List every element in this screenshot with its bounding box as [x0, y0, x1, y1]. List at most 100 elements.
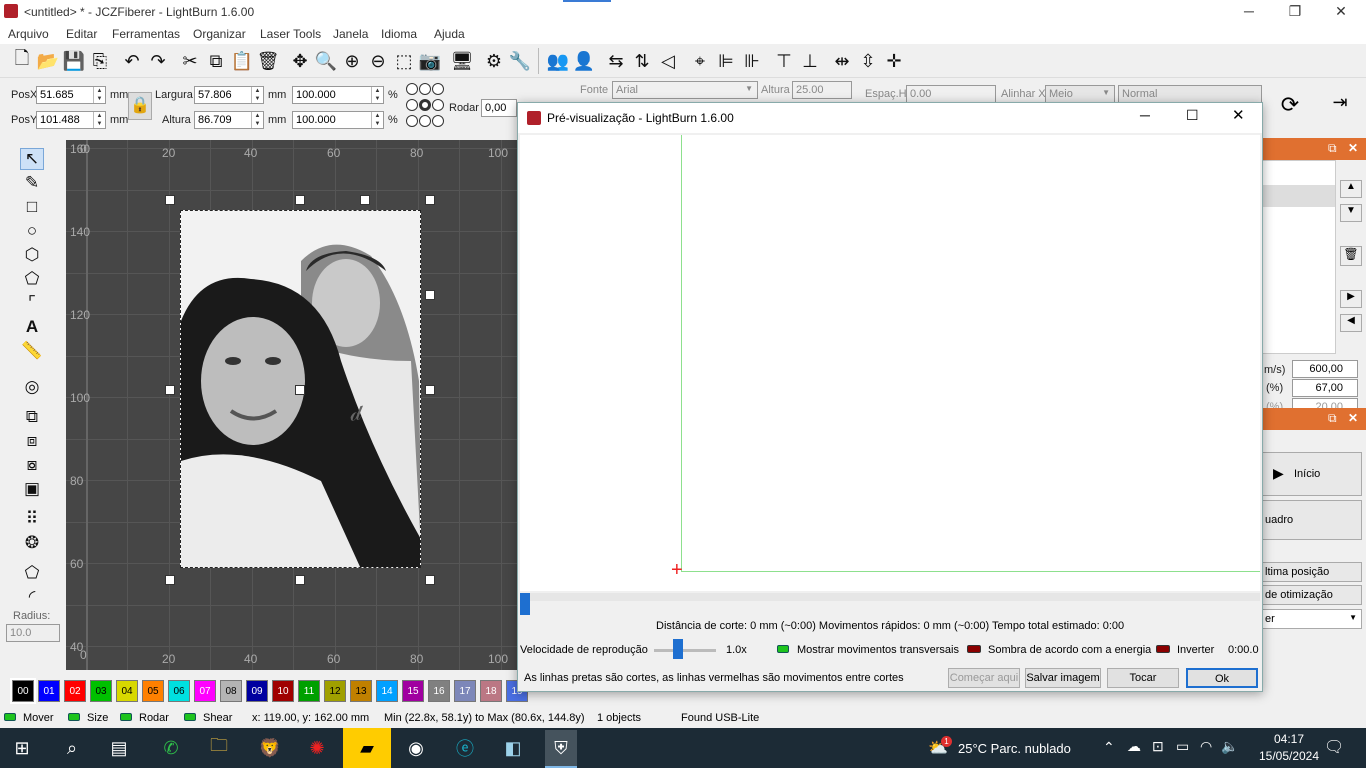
radius-input[interactable]: 10.0: [6, 624, 60, 642]
posy-input[interactable]: 101.488 ▲ ▼: [36, 111, 106, 129]
file-explorer-icon[interactable]: 🗀: [203, 732, 235, 764]
shade-toggle-icon[interactable]: [967, 645, 981, 653]
menu-laser-tools[interactable]: Laser Tools: [260, 27, 321, 41]
anchor-radio[interactable]: [419, 115, 431, 127]
font-height-input[interactable]: 25.00: [792, 81, 852, 99]
distribute-h-icon[interactable]: ⇹: [830, 49, 854, 73]
font-select[interactable]: Arial ▼: [612, 81, 758, 99]
speed-slider-handle[interactable]: [673, 639, 683, 659]
distribute-v-icon[interactable]: ⇳: [856, 49, 880, 73]
mirror-icon[interactable]: ◁: [656, 49, 680, 73]
weld-icon[interactable]: ▣: [20, 478, 44, 500]
redo-icon[interactable]: ↷: [146, 49, 170, 73]
spin-arrows-icon[interactable]: ▲ ▼: [371, 87, 383, 103]
anchor-radio[interactable]: [432, 99, 444, 111]
arrow-right-icon[interactable]: ▶: [1340, 290, 1362, 308]
spin-arrows-icon[interactable]: ▲ ▼: [93, 112, 105, 128]
close-icon[interactable]: ✕: [1348, 141, 1358, 155]
notifications-icon[interactable]: 🗨: [1324, 737, 1344, 757]
preview-close-button[interactable]: ✕: [1232, 106, 1245, 124]
arrow-left-icon[interactable]: ◀: [1340, 314, 1362, 332]
text-icon[interactable]: A: [20, 316, 44, 338]
color-swatch-02[interactable]: 02: [64, 680, 86, 702]
zoom-selection-icon[interactable]: ⬚: [392, 49, 416, 73]
shear-led-icon[interactable]: [184, 713, 196, 721]
resize-handle[interactable]: [295, 385, 305, 395]
menu-organizar[interactable]: Organizar: [193, 27, 246, 41]
rectangle-icon[interactable]: □: [20, 196, 44, 218]
anchor-radio[interactable]: [406, 115, 418, 127]
battery-icon[interactable]: ▭: [1176, 738, 1189, 755]
ungroup-icon[interactable]: 👤: [572, 49, 596, 73]
color-swatch-17[interactable]: 17: [454, 680, 476, 702]
new-file-icon[interactable]: 🗋: [10, 48, 34, 73]
chevron-up-icon[interactable]: ⌃: [1103, 739, 1115, 756]
move-icon[interactable]: ✥: [288, 49, 312, 73]
hspace-input[interactable]: 0.00: [906, 85, 996, 103]
color-swatch-05[interactable]: 05: [142, 680, 164, 702]
polygon-icon[interactable]: ⬡: [20, 244, 44, 266]
corner-icon[interactable]: ◜: [20, 586, 44, 608]
zoom-fit-icon[interactable]: 🔍: [314, 49, 338, 73]
menu-janela[interactable]: Janela: [333, 27, 368, 41]
copy-icon[interactable]: ⧉: [204, 49, 228, 73]
size-led-icon[interactable]: [68, 713, 80, 721]
pentagon-icon[interactable]: ⬠: [20, 268, 44, 290]
scale-y-input[interactable]: 100.000 ▲ ▼: [292, 111, 384, 129]
flip-vertical-icon[interactable]: ⇅: [630, 49, 654, 73]
search-icon[interactable]: ⌕: [56, 732, 88, 764]
menu-editar[interactable]: Editar: [66, 27, 97, 41]
menu-ajuda[interactable]: Ajuda: [434, 27, 465, 41]
spin-arrows-icon[interactable]: ▲ ▼: [251, 87, 263, 103]
save-as-icon[interactable]: ⎘: [88, 49, 112, 73]
move-up-icon[interactable]: ▲: [1340, 180, 1362, 198]
height-input[interactable]: 86.709 ▲ ▼: [194, 111, 264, 129]
resize-handle[interactable]: [165, 575, 175, 585]
progress-track[interactable]: [520, 593, 1260, 601]
flip-horizontal-icon[interactable]: ⇆: [604, 49, 628, 73]
start-here-button[interactable]: Começar aqui: [948, 668, 1020, 688]
edge-icon[interactable]: ⓔ: [449, 732, 481, 764]
delete-icon[interactable]: 🗑: [256, 49, 280, 73]
frame-button[interactable]: uadro: [1262, 500, 1362, 540]
preview-maximize-button[interactable]: ☐: [1186, 107, 1199, 124]
cloud-icon[interactable]: ☁: [1127, 738, 1141, 755]
width-input[interactable]: 57.806 ▲ ▼: [194, 86, 264, 104]
frame-icon[interactable]: ⌜: [20, 292, 44, 314]
color-swatch-03[interactable]: 03: [90, 680, 112, 702]
clock-date[interactable]: 15/05/2024: [1252, 749, 1326, 763]
open-folder-icon[interactable]: 📂: [36, 49, 60, 73]
rodar-led-icon[interactable]: [120, 713, 132, 721]
show-moves-toggle-icon[interactable]: [777, 645, 789, 653]
color-swatch-12[interactable]: 12: [324, 680, 346, 702]
minimize-button[interactable]: ─: [1226, 0, 1272, 24]
menu-arquivo[interactable]: Arquivo: [8, 27, 49, 41]
save-icon[interactable]: 💾: [62, 49, 86, 73]
resize-handle[interactable]: [295, 575, 305, 585]
color-swatch-11[interactable]: 11: [298, 680, 320, 702]
float-icon[interactable]: ⧉: [1328, 411, 1337, 426]
ellipse-icon[interactable]: ○: [20, 220, 44, 242]
pen-icon[interactable]: ✎: [20, 172, 44, 194]
mover-led-icon[interactable]: [4, 713, 16, 721]
undo-icon[interactable]: ↶: [120, 49, 144, 73]
phone-app-icon[interactable]: ✆: [155, 732, 187, 764]
color-swatch-08[interactable]: 08: [220, 680, 242, 702]
move-down-icon[interactable]: ▼: [1340, 204, 1362, 222]
power-input[interactable]: 67,00: [1292, 379, 1358, 397]
color-swatch-15[interactable]: 15: [402, 680, 424, 702]
color-swatch-18[interactable]: 18: [480, 680, 502, 702]
network-icon[interactable]: ⊡: [1152, 738, 1164, 755]
grid-array-icon[interactable]: ⠿: [20, 508, 44, 530]
task-view-icon[interactable]: ▤: [103, 732, 135, 764]
zoom-out-icon[interactable]: ⊖: [366, 49, 390, 73]
windows-start-icon[interactable]: ⊞: [6, 732, 38, 764]
color-swatch-06[interactable]: 06: [168, 680, 190, 702]
speaker-icon[interactable]: 🔈: [1221, 738, 1238, 755]
resize-handle[interactable]: [425, 290, 435, 300]
settings-gear-icon[interactable]: ⚙: [482, 49, 506, 73]
menu-idioma[interactable]: Idioma: [381, 27, 417, 41]
panel-toggle-icon[interactable]: ⇥: [1326, 92, 1354, 120]
play-button[interactable]: Tocar: [1107, 668, 1179, 688]
resize-handle[interactable]: [425, 195, 435, 205]
